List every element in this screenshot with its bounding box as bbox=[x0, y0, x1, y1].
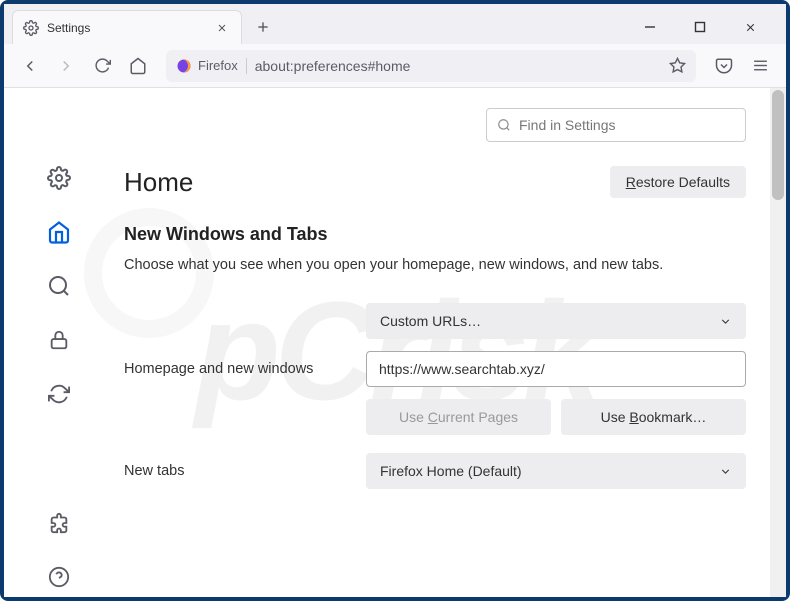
forward-button[interactable] bbox=[50, 50, 82, 82]
toolbar: Firefox about:preferences#home bbox=[4, 44, 786, 88]
minimize-button[interactable] bbox=[634, 11, 666, 43]
identity-box[interactable]: Firefox bbox=[176, 58, 247, 74]
page-title: Home bbox=[124, 167, 193, 198]
url-text: about:preferences#home bbox=[255, 58, 661, 74]
newtabs-mode-select[interactable]: Firefox Home (Default) bbox=[366, 453, 746, 489]
firefox-logo-icon bbox=[176, 58, 192, 74]
find-placeholder: Find in Settings bbox=[519, 117, 616, 133]
use-bookmark-button[interactable]: Use Bookmark… bbox=[561, 399, 746, 435]
sidebar-general[interactable] bbox=[39, 158, 79, 198]
sidebar-home[interactable] bbox=[39, 212, 79, 252]
scrollbar[interactable] bbox=[770, 88, 786, 597]
sidebar-sync[interactable] bbox=[39, 374, 79, 414]
select-value: Firefox Home (Default) bbox=[380, 463, 522, 479]
sidebar-privacy[interactable] bbox=[39, 320, 79, 360]
star-icon[interactable] bbox=[669, 57, 686, 74]
window-controls bbox=[634, 11, 778, 43]
sidebar-help[interactable] bbox=[39, 557, 79, 597]
home-button[interactable] bbox=[122, 50, 154, 82]
homepage-url-input[interactable] bbox=[366, 351, 746, 387]
find-in-settings[interactable]: Find in Settings bbox=[486, 108, 746, 142]
homepage-label: Homepage and new windows bbox=[124, 361, 354, 377]
menu-button[interactable] bbox=[744, 50, 776, 82]
newtabs-label: New tabs bbox=[124, 463, 354, 479]
homepage-mode-select[interactable]: Custom URLs… bbox=[366, 303, 746, 339]
close-icon[interactable] bbox=[213, 19, 231, 37]
back-button[interactable] bbox=[14, 50, 46, 82]
maximize-button[interactable] bbox=[684, 11, 716, 43]
gear-icon bbox=[23, 20, 39, 36]
content-area: pCrisk Find in Settings Home Restore Def bbox=[4, 88, 786, 597]
close-window-button[interactable] bbox=[734, 11, 766, 43]
section-heading: New Windows and Tabs bbox=[124, 224, 746, 245]
select-value: Custom URLs… bbox=[380, 313, 481, 329]
sidebar-extensions[interactable] bbox=[39, 503, 79, 543]
scroll-thumb[interactable] bbox=[772, 90, 784, 200]
sidebar-search[interactable] bbox=[39, 266, 79, 306]
pocket-icon[interactable] bbox=[708, 50, 740, 82]
search-icon bbox=[497, 118, 511, 132]
reload-button[interactable] bbox=[86, 50, 118, 82]
section-description: Choose what you see when you open your h… bbox=[124, 255, 746, 275]
tab-title: Settings bbox=[47, 21, 205, 35]
chevron-down-icon bbox=[719, 315, 732, 328]
main-panel: Find in Settings Home Restore Defaults N… bbox=[114, 88, 786, 597]
url-bar[interactable]: Firefox about:preferences#home bbox=[166, 50, 696, 82]
tab-strip: Settings bbox=[4, 4, 786, 44]
new-tab-button[interactable] bbox=[248, 12, 278, 42]
identity-label: Firefox bbox=[198, 58, 238, 73]
chevron-down-icon bbox=[719, 465, 732, 478]
settings-sidebar bbox=[4, 88, 114, 597]
restore-defaults-button[interactable]: Restore Defaults bbox=[610, 166, 746, 198]
use-current-pages-button[interactable]: Use Current Pages bbox=[366, 399, 551, 435]
tab-settings[interactable]: Settings bbox=[12, 10, 242, 44]
